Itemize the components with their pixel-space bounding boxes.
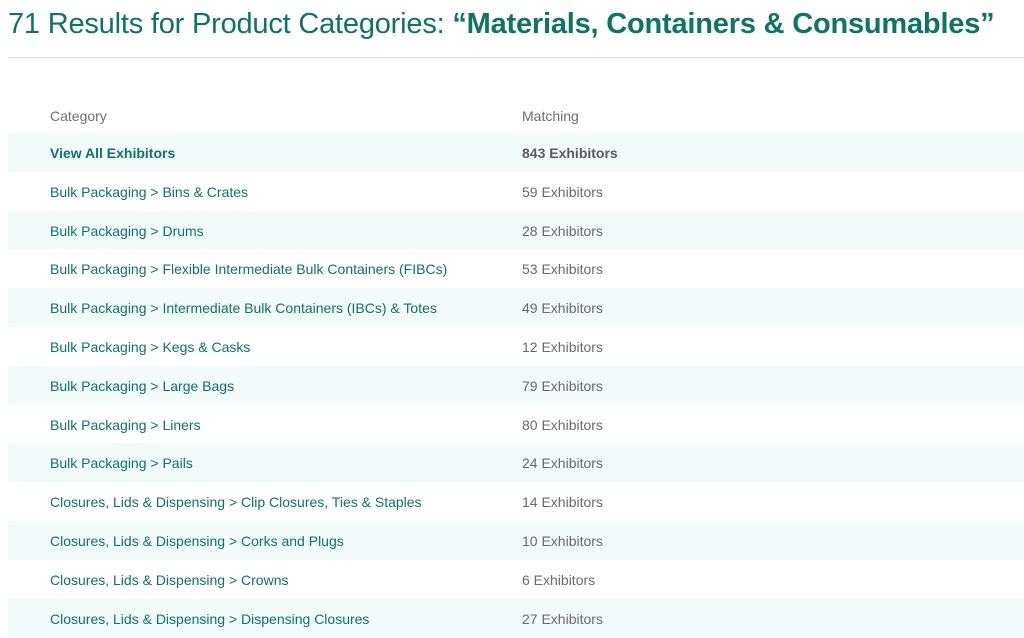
category-link[interactable]: Bulk Packaging > Drums [50, 223, 204, 239]
exhibitor-count: 53 Exhibitors [522, 261, 603, 278]
view-all-exhibitors-link[interactable]: View All Exhibitors [50, 145, 175, 161]
table-row: Bulk Packaging > Pails 24 Exhibitors [8, 443, 1024, 483]
exhibitor-count: 59 Exhibitors [522, 183, 603, 200]
exhibitor-count: 843 Exhibitors [522, 145, 618, 161]
category-link[interactable]: Bulk Packaging > Flexible Intermediate B… [50, 261, 447, 277]
exhibitor-count: 49 Exhibitors [522, 300, 603, 317]
exhibitor-count: 27 Exhibitors [522, 610, 603, 627]
table-row: Bulk Packaging > Kegs & Casks 12 Exhibit… [8, 327, 1024, 366]
category-link[interactable]: Closures, Lids & Dispensing > Dispensing… [50, 611, 369, 627]
results-page: 71 Results for Product Categories: “Mate… [0, 0, 1024, 638]
exhibitor-count: 10 Exhibitors [522, 532, 603, 549]
category-link[interactable]: Closures, Lids & Dispensing > Clip Closu… [50, 494, 422, 510]
table-row: Closures, Lids & Dispensing > Dispensing… [8, 598, 1024, 638]
table-row: Closures, Lids & Dispensing > Clip Closu… [8, 482, 1024, 521]
results-table: Category Matching View All Exhibitors 84… [8, 96, 1024, 638]
category-link[interactable]: Closures, Lids & Dispensing > Crowns [50, 572, 289, 588]
exhibitor-count: 6 Exhibitors [522, 571, 596, 588]
table-header: Category Matching [8, 96, 1024, 133]
category-link[interactable]: Bulk Packaging > Large Bags [50, 378, 234, 394]
table-row: Closures, Lids & Dispensing > Crowns 6 E… [8, 560, 1024, 599]
table-row: Bulk Packaging > Flexible Intermediate B… [8, 249, 1024, 288]
category-link[interactable]: Bulk Packaging > Liners [50, 417, 201, 433]
category-link[interactable]: Closures, Lids & Dispensing > Corks and … [50, 533, 344, 549]
column-header-matching: Matching [522, 108, 579, 124]
column-header-category: Category [50, 108, 107, 124]
table-row: Bulk Packaging > Liners 80 Exhibitors [8, 405, 1024, 444]
exhibitor-count: 79 Exhibitors [522, 377, 603, 394]
exhibitor-count: 80 Exhibitors [522, 416, 603, 433]
table-row: Bulk Packaging > Bins & Crates 59 Exhibi… [8, 172, 1024, 211]
table-row: Bulk Packaging > Intermediate Bulk Conta… [8, 288, 1024, 327]
title-query: “Materials, Containers & Consumables” [452, 8, 995, 40]
exhibitor-count: 24 Exhibitors [522, 455, 603, 472]
table-row: Closures, Lids & Dispensing > Corks and … [8, 520, 1024, 560]
category-link[interactable]: Bulk Packaging > Bins & Crates [50, 184, 248, 200]
title-prefix: 71 Results for Product Categories: [8, 8, 453, 40]
category-link[interactable]: Bulk Packaging > Pails [50, 455, 193, 471]
exhibitor-count: 28 Exhibitors [522, 222, 603, 239]
exhibitor-count: 14 Exhibitors [522, 494, 603, 511]
page-title: 71 Results for Product Categories: “Mate… [8, 8, 995, 41]
title-divider [8, 57, 1024, 58]
category-link[interactable]: Bulk Packaging > Kegs & Casks [50, 339, 250, 355]
exhibitor-count: 12 Exhibitors [522, 338, 603, 355]
table-row-view-all: View All Exhibitors 843 Exhibitors [8, 133, 1024, 172]
category-link[interactable]: Bulk Packaging > Intermediate Bulk Conta… [50, 300, 437, 316]
table-row: Bulk Packaging > Large Bags 79 Exhibitor… [8, 365, 1024, 405]
table-row: Bulk Packaging > Drums 28 Exhibitors [8, 210, 1024, 250]
